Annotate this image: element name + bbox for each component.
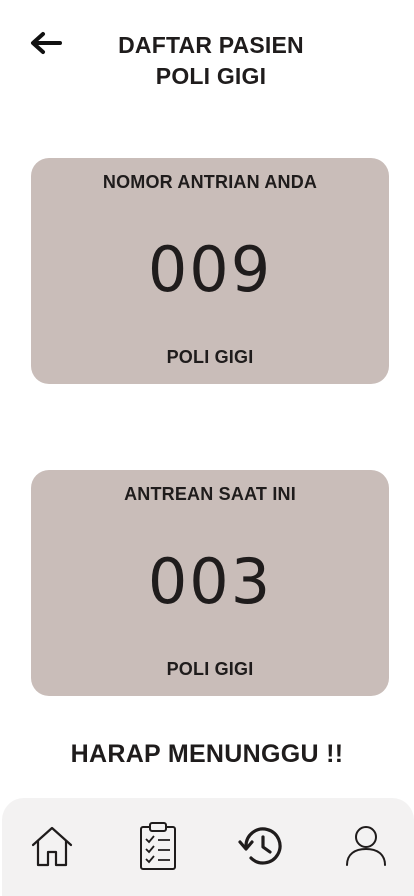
my-queue-number: 009	[147, 233, 273, 306]
current-queue-label: ANTREAN SAAT INI	[124, 484, 296, 504]
my-queue-card: NOMOR ANTRIAN ANDA 009 POLI GIGI	[31, 158, 389, 384]
clipboard-list-icon	[140, 822, 176, 870]
page-title: DAFTAR PASIEN POLI GIGI	[80, 30, 342, 92]
queue-screen: DAFTAR PASIEN POLI GIGI NOMOR ANTRIAN AN…	[0, 0, 414, 896]
home-icon	[31, 826, 73, 867]
my-queue-label: NOMOR ANTRIAN ANDA	[102, 172, 318, 192]
nav-home-button[interactable]	[24, 818, 80, 874]
nav-history-button[interactable]	[234, 818, 290, 874]
arrow-left-icon	[31, 32, 62, 54]
back-button[interactable]	[28, 28, 64, 58]
nav-list-button[interactable]	[130, 818, 186, 874]
user-icon	[346, 826, 386, 866]
page-title-line-1: DAFTAR PASIEN	[118, 32, 304, 58]
current-queue-clinic: POLI GIGI	[166, 659, 254, 679]
nav-profile-button[interactable]	[338, 818, 394, 874]
bottom-nav	[2, 798, 414, 896]
current-queue-card: ANTREAN SAAT INI 003 POLI GIGI	[31, 470, 389, 696]
page-title-line-2: POLI GIGI	[155, 63, 267, 89]
history-icon	[238, 827, 282, 865]
current-queue-number: 003	[147, 545, 273, 618]
wait-message: HARAP MENUNGGU !!	[70, 740, 344, 768]
my-queue-clinic: POLI GIGI	[166, 347, 254, 367]
